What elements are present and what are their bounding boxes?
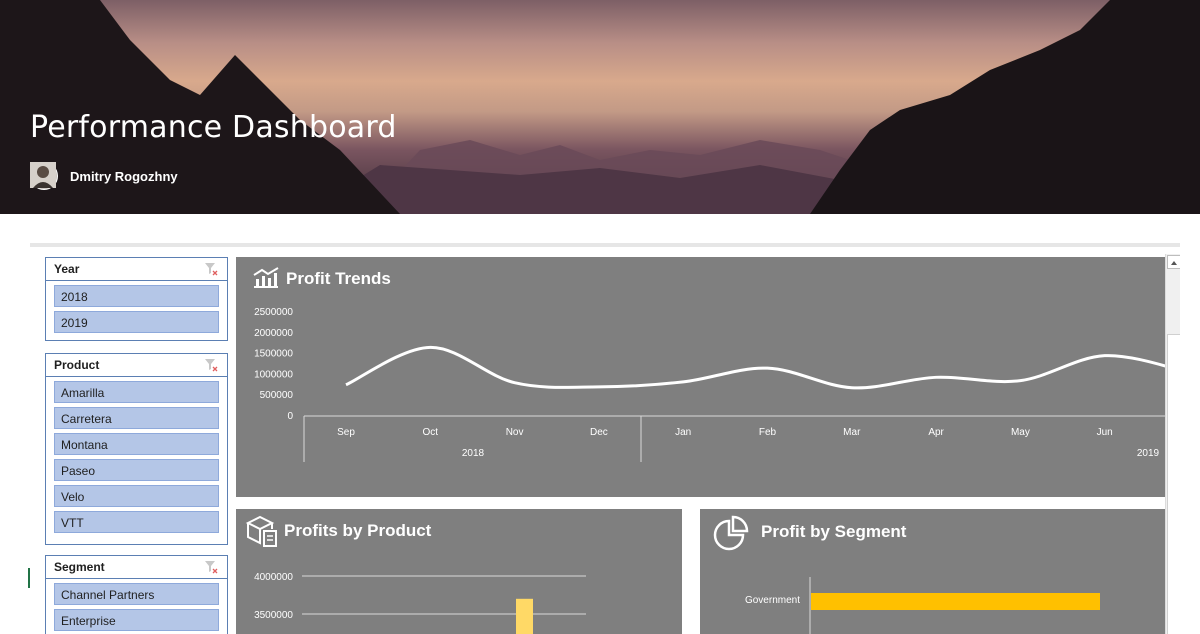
clear-filter-icon[interactable] <box>204 560 218 574</box>
slicer-item-vtt[interactable]: VTT <box>54 511 219 533</box>
slicer-item-channel-partners[interactable]: Channel Partners <box>54 583 219 605</box>
mountain-background-image <box>0 0 1200 214</box>
slicer-title: Year <box>54 262 80 276</box>
x-tick-label: Feb <box>759 427 777 438</box>
x-group-label: 2019 <box>1137 448 1160 459</box>
clear-filter-icon[interactable] <box>204 358 218 372</box>
vertical-scrollbar[interactable] <box>1165 254 1180 634</box>
x-tick-label: Jan <box>675 427 691 438</box>
y-tick-label: 4000000 <box>254 572 293 583</box>
slicer-header: Product <box>46 354 227 377</box>
slicer-item-2019[interactable]: 2019 <box>54 311 219 333</box>
y-tick-label: 1500000 <box>254 349 293 360</box>
author-info[interactable]: Dmitry Rogozhny <box>30 162 178 190</box>
slicer-item-carretera[interactable]: Carretera <box>54 407 219 429</box>
slicer-item-amarilla[interactable]: Amarilla <box>54 381 219 403</box>
x-tick-label: Dec <box>590 427 608 438</box>
page-title: Performance Dashboard <box>30 110 397 145</box>
avatar[interactable] <box>30 162 58 190</box>
header-banner: Performance Dashboard Dmitry Rogozhny <box>0 0 1200 214</box>
x-tick-label: Jun <box>1097 427 1113 438</box>
slicer-item-2018[interactable]: 2018 <box>54 285 219 307</box>
profit-by-segment-chart: Government <box>745 577 1100 634</box>
slicer-item-enterprise[interactable]: Enterprise <box>54 609 219 631</box>
x-tick-label: Apr <box>928 427 944 438</box>
y-tick-label: 0 <box>287 411 293 422</box>
slicer-title: Segment <box>54 560 105 574</box>
avatar-image <box>30 162 56 188</box>
slicer-header: Segment <box>46 556 227 579</box>
product-bar <box>516 598 533 634</box>
x-group-label: 2018 <box>462 448 485 459</box>
slicer-segment: Segment Channel Partners Enterprise <box>45 555 228 634</box>
y-tick-label: 3500000 <box>254 610 293 621</box>
scroll-up-button[interactable] <box>1167 255 1180 269</box>
profit-trend-line <box>345 345 1165 390</box>
x-tick-label: Mar <box>843 427 861 438</box>
slicer-item-montana[interactable]: Montana <box>54 433 219 455</box>
profit-by-segment-panel: Profit by Segment Government <box>700 509 1165 634</box>
x-tick-label: May <box>1011 427 1030 438</box>
y-tick-label: 1000000 <box>254 369 293 380</box>
slicer-item-paseo[interactable]: Paseo <box>54 459 219 481</box>
x-tick-label: Nov <box>506 427 524 438</box>
segment-bar <box>811 593 1100 610</box>
y-tick-label: 2000000 <box>254 328 293 339</box>
profits-by-product-chart: 4000000 3500000 <box>254 572 586 634</box>
x-tick-label: Sep <box>337 427 355 438</box>
y-tick-label: 2500000 <box>254 307 293 318</box>
excel-sheet[interactable]: Year 2018 2019 Product Amarilla Carreter… <box>30 243 1180 634</box>
y-tick-label: 500000 <box>260 390 294 401</box>
chevron-up-icon <box>1171 261 1177 265</box>
author-name[interactable]: Dmitry Rogozhny <box>70 169 178 184</box>
slicer-title: Product <box>54 358 100 372</box>
profit-trends-chart: 2500000 2000000 1500000 1000000 500000 0 Sep Oc… <box>254 307 1165 462</box>
slicer-year: Year 2018 2019 <box>45 257 228 341</box>
clear-filter-icon[interactable] <box>204 262 218 276</box>
slicer-item-velo[interactable]: Velo <box>54 485 219 507</box>
profit-trends-panel: Profit Trends 2500000 2000000 1500000 10000… <box>236 257 1165 497</box>
slicer-header: Year <box>46 258 227 281</box>
scroll-thumb[interactable] <box>1167 334 1180 634</box>
x-tick-label: Oct <box>423 427 439 438</box>
y-category-label: Government <box>745 595 800 606</box>
slicer-product: Product Amarilla Carretera Montana Paseo… <box>45 353 228 545</box>
profits-by-product-panel: Profits by Product 4000000 3500000 <box>236 509 682 634</box>
